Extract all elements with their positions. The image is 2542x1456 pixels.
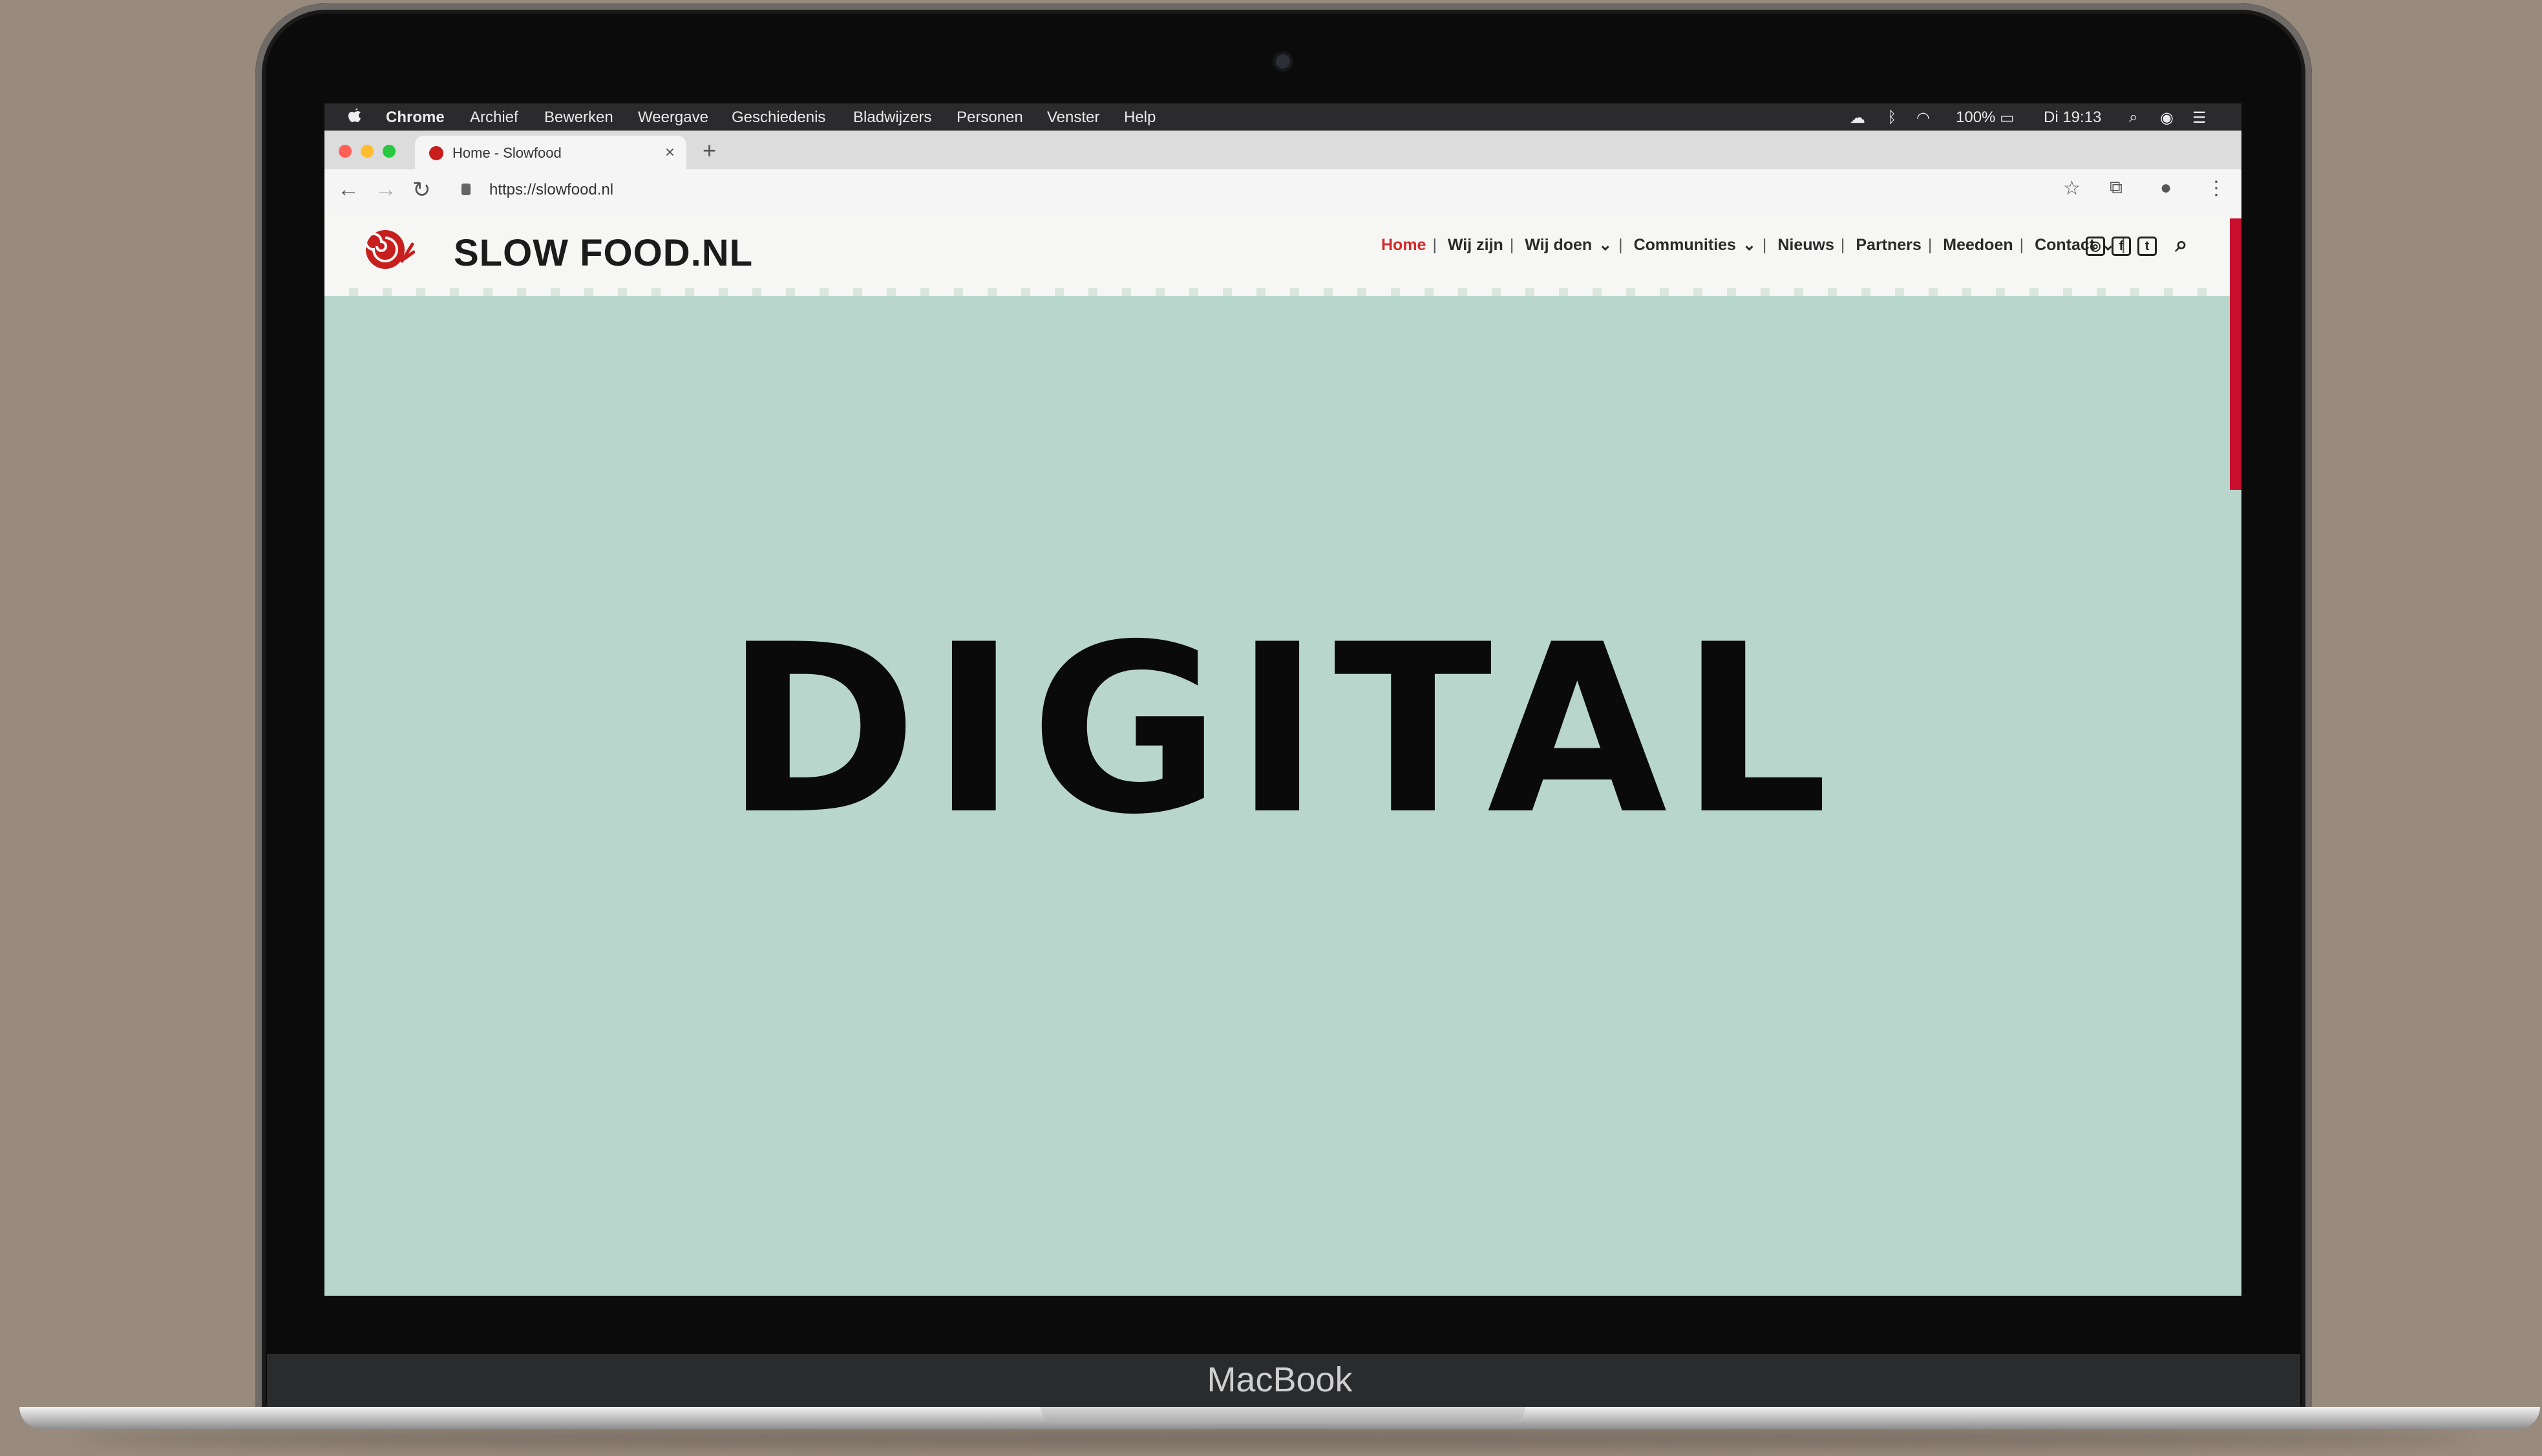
translate-icon[interactable]: ⧉ — [2110, 177, 2123, 198]
menu-personen[interactable]: Personen — [957, 109, 1023, 127]
nav-nieuws[interactable]: Nieuws — [1777, 236, 1834, 254]
lock-icon[interactable] — [461, 184, 471, 195]
header-torn-edge — [324, 288, 2241, 296]
site-logo-text[interactable]: SLOW FOOD.NL — [454, 231, 753, 275]
nav-wij-doen[interactable]: Wij doen — [1525, 236, 1592, 254]
screen: Chrome Archief Bewerken Weergave Geschie… — [324, 103, 2241, 1296]
browser-toolbar: ← → ↻ https://slowfood.nl ☆ ⧉ ● ⋮ — [324, 169, 2241, 213]
tab-bar: Home - Slowfood × + — [324, 131, 2241, 169]
close-tab-icon[interactable]: × — [665, 142, 675, 162]
hero-title: DIGITAL — [725, 595, 1841, 865]
chrome-menu-icon[interactable]: ⋮ — [2207, 177, 2226, 200]
profile-avatar-icon[interactable]: ● — [2160, 177, 2172, 199]
main-nav: Home | Wij zijn | Wij doen ⌄ | Communities ⌄ |… — [1381, 236, 2126, 254]
macos-menubar: Chrome Archief Bewerken Weergave Geschie… — [324, 103, 2241, 131]
macbook-label: MacBook — [1207, 1360, 1353, 1399]
new-tab-icon[interactable]: + — [703, 137, 716, 164]
menu-geschiedenis[interactable]: Geschiedenis — [732, 109, 825, 127]
nav-home[interactable]: Home — [1381, 236, 1426, 254]
bluetooth-icon[interactable]: ᛒ — [1887, 109, 1896, 127]
tab-home-slowfood[interactable]: Home - Slowfood × — [415, 136, 686, 169]
menu-bladwijzers[interactable]: Bladwijzers — [853, 109, 931, 127]
reload-icon[interactable]: ↻ — [412, 177, 431, 203]
site-header: SLOW FOOD.NL Home | Wij zijn | Wij doen ⌄ | … — [324, 212, 2241, 292]
close-window-button[interactable] — [339, 145, 352, 158]
siri-icon[interactable]: ◉ — [2160, 109, 2174, 127]
nav-wij-zijn[interactable]: Wij zijn — [1448, 236, 1503, 254]
spotlight-icon[interactable]: ⌕ — [2129, 109, 2137, 127]
menu-chrome[interactable]: Chrome — [386, 109, 445, 127]
nav-meedoen[interactable]: Meedoen — [1943, 236, 2013, 254]
bookmark-star-icon[interactable]: ☆ — [2063, 177, 2081, 200]
nav-partners[interactable]: Partners — [1856, 236, 1921, 254]
creative-cloud-icon[interactable]: ☁ — [1850, 109, 1865, 127]
battery-percent: 100% — [1956, 109, 1996, 126]
laptop-shadow — [78, 1429, 2469, 1448]
chevron-down-icon[interactable]: ⌄ — [1742, 236, 1756, 254]
menu-venster[interactable]: Venster — [1047, 109, 1099, 127]
address-bar[interactable]: https://slowfood.nl — [489, 181, 613, 199]
slowfood-snail-logo-icon[interactable] — [363, 224, 415, 275]
minimize-window-button[interactable] — [361, 145, 374, 158]
search-icon[interactable]: ⌕ — [2172, 233, 2191, 256]
nav-communities[interactable]: Communities — [1634, 236, 1736, 254]
menu-weergave[interactable]: Weergave — [638, 109, 708, 127]
chevron-down-icon[interactable]: ⌄ — [1598, 236, 1612, 254]
notification-center-icon[interactable]: ☰ — [2192, 109, 2207, 127]
clock[interactable]: Di 19:13 — [2044, 109, 2101, 127]
tab-title: Home - Slowfood — [452, 145, 562, 161]
slowfood-favicon-icon — [429, 146, 443, 160]
wifi-icon[interactable]: ◠ — [1916, 109, 1930, 127]
back-icon[interactable]: ← — [337, 177, 359, 202]
battery-icon[interactable]: ▭ — [2000, 109, 2015, 127]
page-scrollbar[interactable] — [2230, 218, 2241, 490]
zoom-window-button[interactable] — [383, 145, 396, 158]
forward-icon[interactable]: → — [375, 177, 397, 202]
facebook-icon[interactable]: f — [2112, 237, 2131, 256]
menu-archief[interactable]: Archief — [470, 109, 518, 127]
twitter-icon[interactable]: t — [2137, 237, 2157, 256]
menu-bewerken[interactable]: Bewerken — [544, 109, 613, 127]
apple-icon[interactable] — [348, 107, 362, 125]
camera — [1276, 54, 1290, 69]
instagram-icon[interactable]: ◎ — [2086, 237, 2105, 256]
laptop-opening-notch — [1041, 1407, 1525, 1424]
menu-help[interactable]: Help — [1124, 109, 1156, 127]
